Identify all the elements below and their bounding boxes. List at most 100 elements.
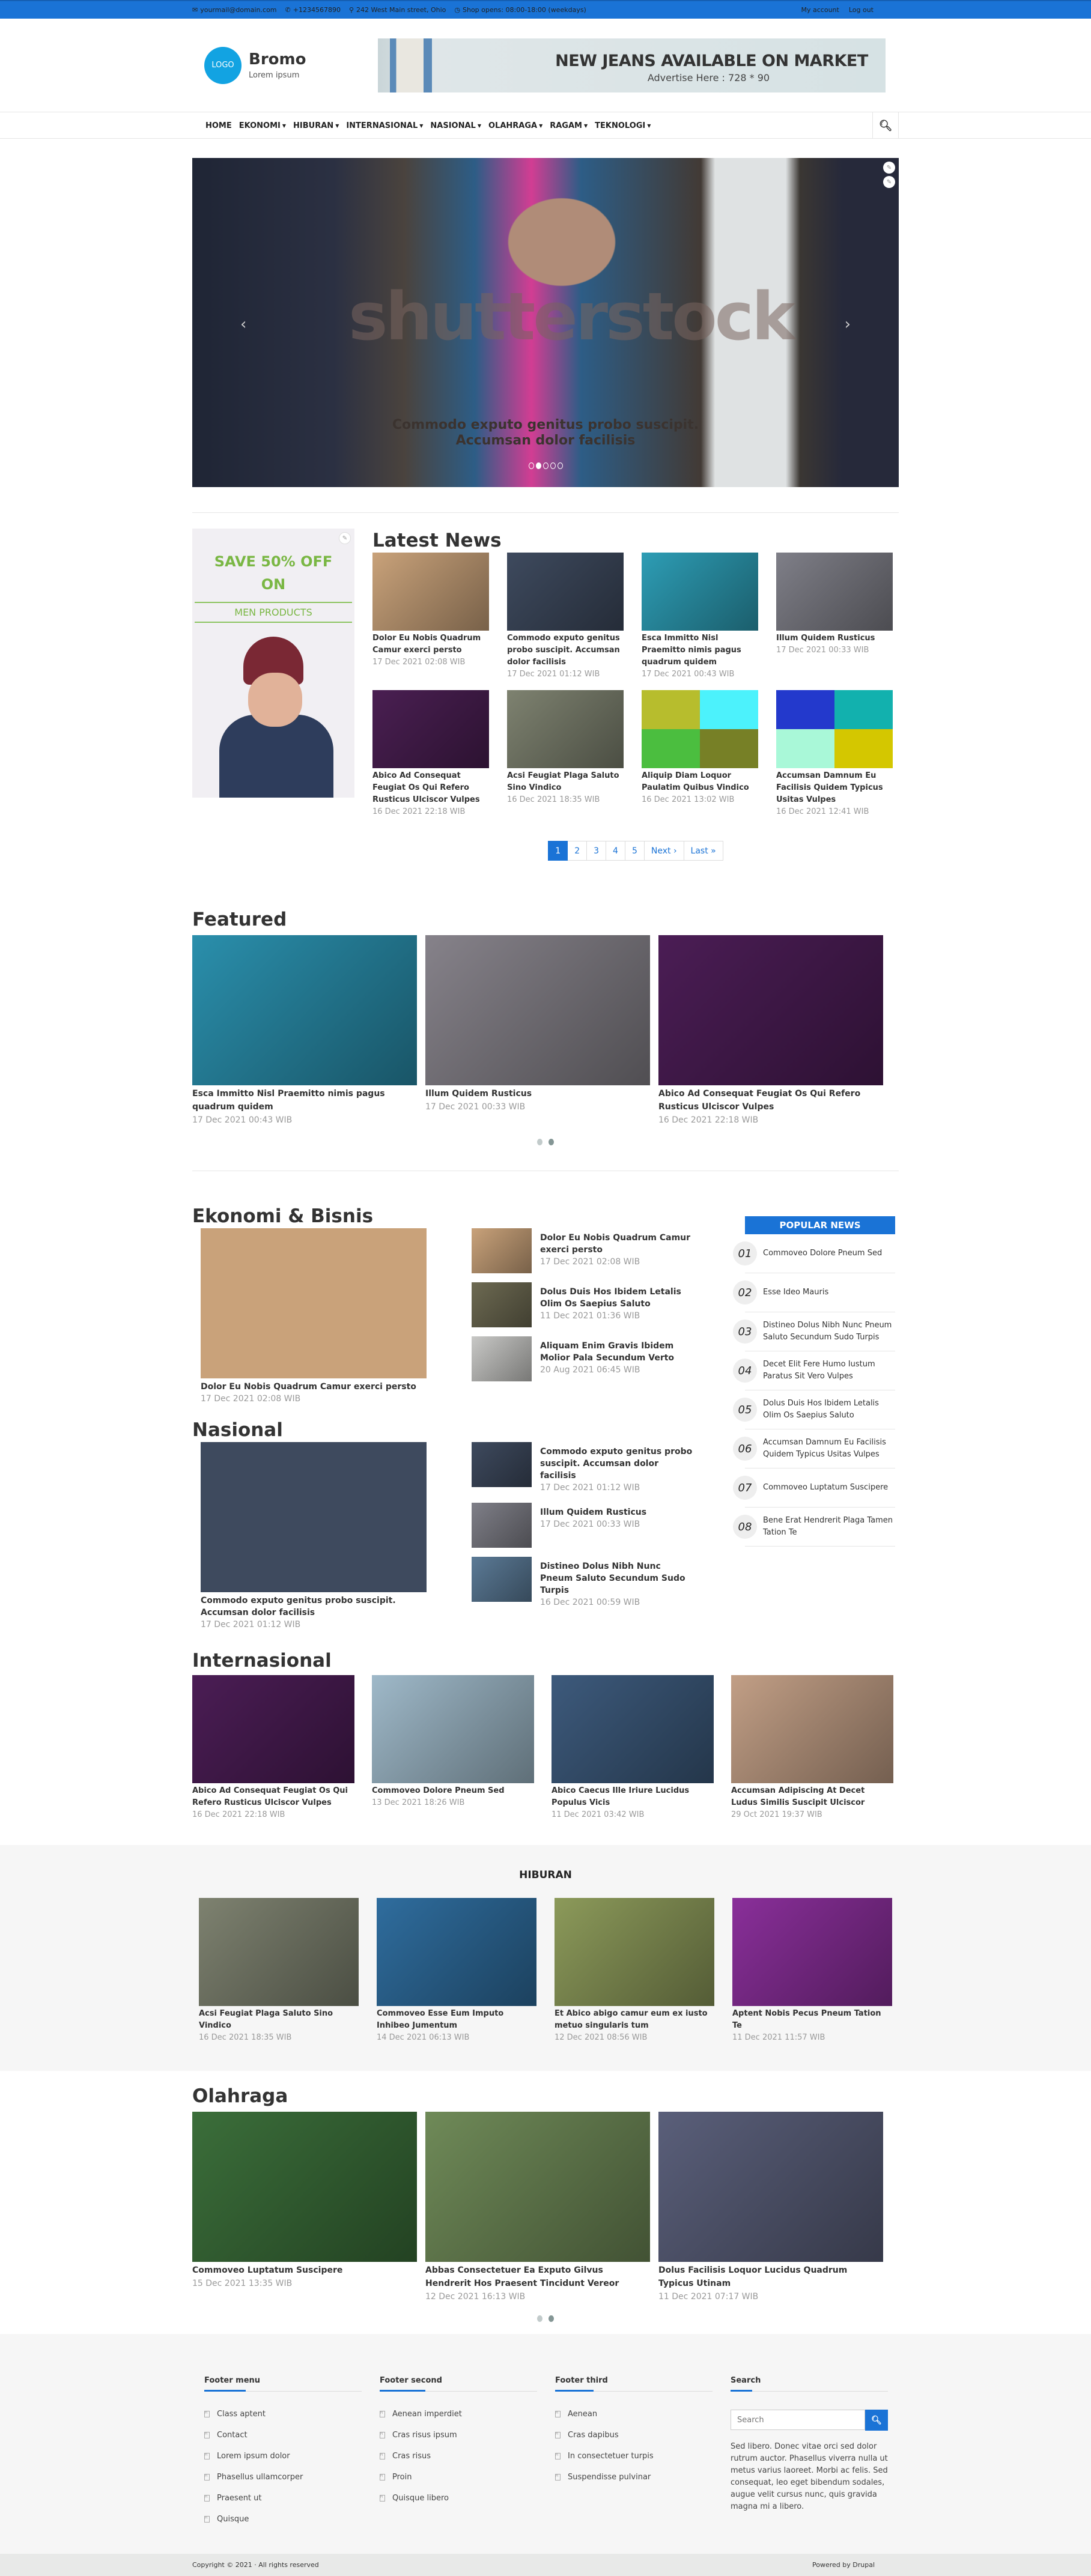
article-card[interactable]: Illum Quidem Rusticus 17 Dec 2021 00:33 W… [776,553,893,680]
article-title[interactable]: Dolus Facilisis Loquor Lucidus Quadrum T… [658,2264,883,2290]
article-card[interactable]: Abbas Consectetuer Ea Exputo Gilvus Hend… [425,2112,650,2303]
article-card[interactable]: Accumsan Adipiscing At Decet Ludus Simil… [731,1675,893,1821]
carousel-dot[interactable] [537,2315,542,2322]
pager-link-last[interactable]: Last » [684,841,723,861]
article-card[interactable]: Acsi Feugiat Plaga Saluto Sino Vindico 16… [507,690,624,818]
article-title[interactable]: Abico Caecus Ille Iriure Lucidus Populus… [552,1785,714,1809]
article-thumb[interactable] [472,1282,532,1327]
slider-next-arrow[interactable]: › [845,315,851,333]
article-image[interactable] [201,1228,427,1378]
slider-dot[interactable] [550,462,556,469]
article-card[interactable]: Commodo exputo genitus probo suscipit. A… [507,553,624,680]
footer-link[interactable]: FI Proin [380,2473,537,2482]
carousel-dot[interactable] [537,1139,542,1145]
article-image[interactable] [425,935,650,1085]
footer-link[interactable]: FI Cras dapibus [555,2431,713,2440]
article-image[interactable] [372,690,489,768]
slider-dot[interactable] [557,462,563,469]
edit-pencil-icon[interactable]: ✎ [883,176,895,188]
article-title[interactable]: Commoveo Esse Eum Imputo Inhibeo Jumentu… [377,2008,536,2032]
list-item[interactable]: Distineo Dolus Nibh Nunc Pneum Saluto Se… [472,1557,694,1608]
edit-pencil-icon[interactable]: ✎ [883,162,895,174]
article-title[interactable]: Dolor Eu Nobis Quadrum Camur exerci pers… [201,1381,445,1393]
article-image[interactable] [372,1675,534,1783]
slider-dot[interactable] [535,462,541,469]
site-logo[interactable]: LOGO [204,46,242,84]
article-card[interactable]: Illum Quidem Rusticus 17 Dec 2021 00:33 W… [425,935,650,1127]
carousel-dot[interactable] [549,2315,554,2322]
article-card[interactable]: Abico Ad Consequat Feugiat Os Qui Refero… [658,935,883,1127]
list-item[interactable]: Dolus Duis Hos Ibidem Letalis Olim Os Sa… [472,1282,694,1327]
article-card[interactable]: Commoveo Dolore Pneum Sed 13 Dec 2021 18:… [372,1675,534,1821]
footer-link[interactable]: FI Aenean imperdiet [380,2410,537,2419]
popular-news-item[interactable]: 07 Commoveo Luptatum Suscipere [733,1468,895,1508]
list-item[interactable]: Dolor Eu Nobis Quadrum Camur exerci pers… [472,1228,694,1273]
popular-news-title[interactable]: Esse Ideo Mauris [763,1286,828,1299]
carousel-dot[interactable] [549,1139,554,1145]
list-item[interactable]: Commodo exputo genitus probo suscipit. A… [472,1442,694,1494]
pager-link-5[interactable]: 5 [625,841,645,861]
article-title[interactable]: Et Abico abigo camur eum ex iusto metuo … [555,2008,714,2032]
article-title[interactable]: Accumsan Adipiscing At Decet Ludus Simil… [731,1785,893,1809]
article-image[interactable] [192,1675,354,1783]
popular-news-item[interactable]: 08 Bene Erat Hendrerit Plaga Tamen Tation… [733,1508,895,1547]
popular-news-title[interactable]: Bene Erat Hendrerit Plaga Tamen Tation T… [763,1515,895,1539]
article-image[interactable] [192,935,417,1085]
nav-item-teknologi[interactable]: TEKNOLOGI ▼ [595,121,651,130]
popular-news-title[interactable]: Dolus Duis Hos Ibidem Letalis Olim Os Sa… [763,1398,895,1422]
article-card[interactable]: Acsi Feugiat Plaga Saluto Sino Vindico 16… [199,1898,359,2044]
nav-item-nasional[interactable]: NASIONAL ▼ [430,121,481,130]
popular-news-item[interactable]: 01 Commoveo Dolore Pneum Sed [733,1234,895,1273]
slider-dot[interactable] [542,462,549,469]
article-title[interactable]: Dolor Eu Nobis Quadrum Camur exerci pers… [540,1232,694,1256]
article-title[interactable]: Esca Immitto Nisl Praemitto nimis pagus … [192,1087,417,1114]
article-title[interactable]: Acsi Feugiat Plaga Saluto Sino Vindico [507,770,624,794]
article-image[interactable] [201,1442,427,1592]
footer-link[interactable]: FI Quisque [204,2515,362,2524]
nav-item-olahraga[interactable]: OLAHRAGA ▼ [488,121,542,130]
article-title[interactable]: Accumsan Damnum Eu Facilisis Quidem Typi… [776,770,893,806]
popular-news-title[interactable]: Decet Elit Fere Humo Iustum Paratus Sit … [763,1359,895,1383]
article-image[interactable] [658,935,883,1085]
footer-link[interactable]: FI Class aptent [204,2410,362,2419]
article-title[interactable]: Distineo Dolus Nibh Nunc Pneum Saluto Se… [540,1560,694,1596]
article-image[interactable] [776,553,893,631]
popular-news-item[interactable]: 04 Decet Elit Fere Humo Iustum Paratus Si… [733,1351,895,1390]
footer-link[interactable]: FI Lorem ipsum dolor [204,2452,362,2461]
search-toggle-button[interactable]: 🔍︎ [872,112,899,139]
popular-news-item[interactable]: 05 Dolus Duis Hos Ibidem Letalis Olim Os … [733,1390,895,1429]
list-item[interactable]: Aliquam Enim Gravis Ibidem Molior Pala S… [472,1336,694,1381]
article-thumb[interactable] [472,1503,532,1548]
hero-slider[interactable]: shutterstock ✎ ✎ ‹ › Commodo exputo geni… [192,158,899,487]
article-title[interactable]: Esca Immitto Nisl Praemitto nimis pagus … [642,632,758,668]
pager-link-4[interactable]: 4 [606,841,625,861]
article-title[interactable]: Illum Quidem Rusticus [425,1087,650,1100]
footer-link[interactable]: FI Aenean [555,2410,713,2419]
ad-banner[interactable]: NEW JEANS AVAILABLE ON MARKET Advertise … [378,38,886,92]
contact-email[interactable]: ✉ yourmail@domain.com [192,6,277,14]
list-item[interactable]: Illum Quidem Rusticus 17 Dec 2021 00:33 W… [472,1503,694,1548]
slide-caption[interactable]: Commodo exputo genitus probo suscipit. A… [192,417,899,449]
article-title[interactable]: Abico Ad Consequat Feugiat Os Qui Refero… [192,1785,354,1809]
footer-link[interactable]: FI Phasellus ullamcorper [204,2473,362,2482]
ekonomi-main-article[interactable]: Dolor Eu Nobis Quadrum Camur exerci pers… [192,1228,445,1405]
article-image[interactable] [199,1898,359,2006]
popular-news-title[interactable]: Commoveo Dolore Pneum Sed [763,1247,882,1259]
article-title[interactable]: Aliquip Diam Loquor Paulatim Quibus Vind… [642,770,758,794]
article-image[interactable] [732,1898,892,2006]
article-title[interactable]: Commoveo Dolore Pneum Sed [372,1785,534,1797]
article-title[interactable]: Aliquam Enim Gravis Ibidem Molior Pala S… [540,1340,694,1364]
article-image[interactable] [377,1898,536,2006]
article-thumb[interactable] [472,1336,532,1381]
article-title[interactable]: Acsi Feugiat Plaga Saluto Sino Vindico [199,2008,359,2032]
nasional-main-article[interactable]: Commodo exputo genitus probo suscipit. A… [192,1442,445,1631]
article-image[interactable] [192,2112,417,2262]
article-image[interactable] [425,2112,650,2262]
article-image[interactable] [507,553,624,631]
article-card[interactable]: Accumsan Damnum Eu Facilisis Quidem Typi… [776,690,893,818]
article-card[interactable]: Esca Immitto Nisl Praemitto nimis pagus … [642,553,758,680]
footer-link[interactable]: FI Cras risus ipsum [380,2431,537,2440]
nav-item-internasional[interactable]: INTERNASIONAL ▼ [346,121,423,130]
article-card[interactable]: Abico Caecus Ille Iriure Lucidus Populus… [552,1675,714,1821]
popular-news-item[interactable]: 06 Accumsan Damnum Eu Facilisis Quidem Ty… [733,1429,895,1468]
